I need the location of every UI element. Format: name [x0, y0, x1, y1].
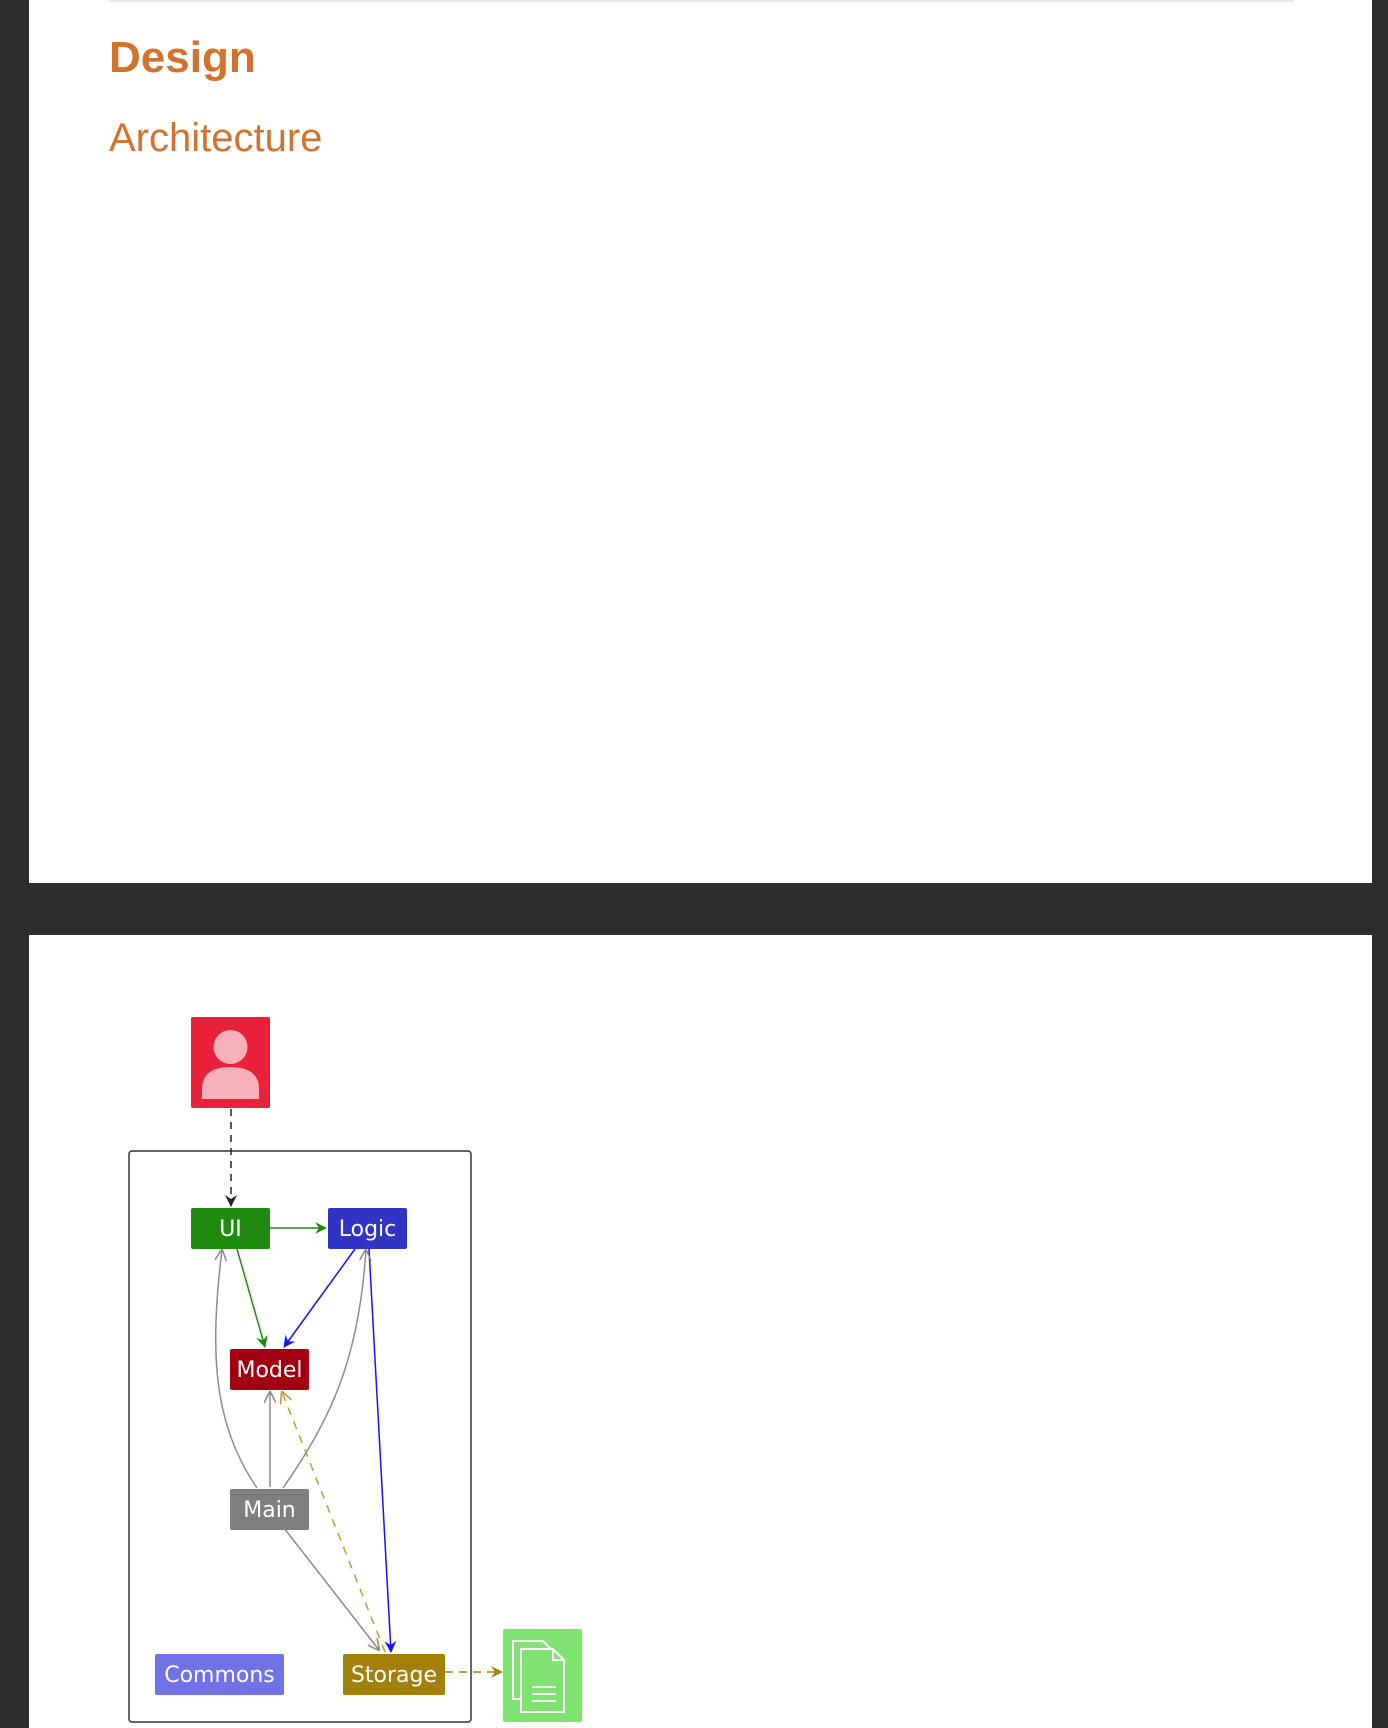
- main-component: Main: [230, 1489, 309, 1530]
- storage-label: Storage: [351, 1663, 437, 1688]
- main-label: Main: [243, 1498, 296, 1523]
- model-label: Model: [236, 1358, 302, 1383]
- document-page-2: UI Logic Model Main Commons Storage: [29, 935, 1372, 1728]
- storage-component: Storage: [343, 1654, 445, 1695]
- user-icon: [191, 1017, 270, 1108]
- commons-component: Commons: [155, 1654, 284, 1695]
- logic-component: Logic: [328, 1208, 407, 1249]
- divider: [109, 0, 1293, 2]
- subsection-title: Architecture: [109, 116, 323, 160]
- document-page-1: Design Architecture: [29, 0, 1372, 883]
- commons-label: Commons: [164, 1663, 275, 1688]
- model-component: Model: [230, 1349, 309, 1390]
- architecture-diagram: UI Logic Model Main Commons Storage: [128, 1017, 582, 1723]
- ui-label: UI: [219, 1217, 242, 1242]
- file-icon: [503, 1629, 582, 1722]
- section-title: Design: [109, 33, 256, 82]
- ui-component: UI: [191, 1208, 270, 1249]
- logic-label: Logic: [339, 1217, 397, 1242]
